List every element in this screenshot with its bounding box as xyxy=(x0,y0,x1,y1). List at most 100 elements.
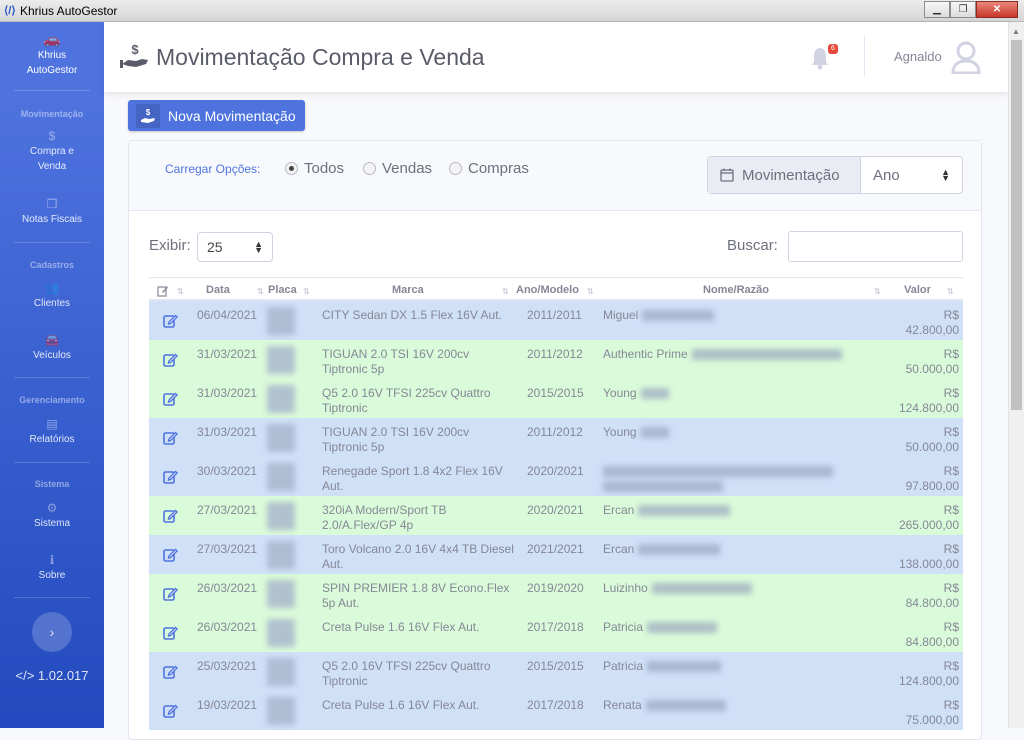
scroll-up-icon[interactable]: ▲ xyxy=(1012,27,1020,36)
edit-icon[interactable] xyxy=(163,352,178,367)
table-row[interactable]: 25/03/2021 Q5 2.0 16V TFSI 225cv Quattro … xyxy=(149,652,963,691)
cell-data: 26/03/2021 xyxy=(197,620,258,634)
sort-icon[interactable]: ⇅ xyxy=(177,287,184,296)
sidebar-divider xyxy=(14,462,90,463)
redacted-text xyxy=(651,583,752,595)
cell-data: 25/03/2021 xyxy=(197,659,258,673)
table-row[interactable]: 30/03/2021 Renegade Sport 1.8 4x2 Flex 16… xyxy=(149,457,963,496)
cell-nome-text: Luizinho xyxy=(603,581,648,595)
table-row[interactable]: 06/04/2021 CITY Sedan DX 1.5 Flex 16V Aut… xyxy=(149,301,963,340)
maximize-button[interactable]: ❐ xyxy=(950,1,976,18)
edit-icon[interactable] xyxy=(163,703,178,718)
sort-icon[interactable]: ⇅ xyxy=(874,287,881,296)
sort-icon[interactable]: ⇅ xyxy=(947,287,954,296)
sort-icon[interactable]: ⇅ xyxy=(257,287,264,296)
th-data[interactable]: Data xyxy=(206,284,230,296)
period-select[interactable]: Ano ▲ ▼ xyxy=(861,157,962,193)
user-name[interactable]: Agnaldo xyxy=(894,49,942,64)
filter-bar: Carregar Opções: Todos Vendas Compras Mo… xyxy=(129,141,981,211)
table-row[interactable]: 31/03/2021 Q5 2.0 16V TFSI 225cv Quattro … xyxy=(149,379,963,418)
topbar-divider xyxy=(864,36,865,76)
th-valor[interactable]: Valor xyxy=(904,284,931,296)
table-header: ⇅ Data ⇅ Placa ⇅ Marca ⇅ Ano/Modelo ⇅ No… xyxy=(149,277,963,301)
sidebar-item-relatorios[interactable]: ▤ Relatórios xyxy=(0,417,104,447)
minimize-button[interactable]: ▁ xyxy=(924,1,950,18)
radio-todos[interactable]: Todos xyxy=(285,160,344,177)
cell-nome-text: Young xyxy=(603,425,637,439)
sidebar-item-sobre[interactable]: ℹ Sobre xyxy=(0,553,104,583)
sidebar-item-notas-fiscais[interactable]: ❐ Notas Fiscais xyxy=(0,197,104,227)
cell-marca: CITY Sedan DX 1.5 Flex 16V Aut. xyxy=(322,308,502,322)
users-icon: 👥 xyxy=(44,281,60,295)
hand-money-icon: $ xyxy=(136,103,160,128)
radio-circle[interactable] xyxy=(449,162,462,175)
radio-vendas[interactable]: Vendas xyxy=(363,160,432,177)
cell-nome: Patricia xyxy=(603,620,863,635)
edit-icon[interactable] xyxy=(163,430,178,445)
table-row[interactable]: 27/03/2021 Toro Volcano 2.0 16V 4x4 TB Di… xyxy=(149,535,963,574)
edit-icon[interactable] xyxy=(163,547,178,562)
table-row[interactable]: 31/03/2021 TIGUAN 2.0 TSI 16V 200cv Tiptr… xyxy=(149,418,963,457)
th-placa[interactable]: Placa xyxy=(268,284,297,296)
sort-icon[interactable]: ⇅ xyxy=(303,287,310,296)
table-row[interactable]: 26/03/2021 SPIN PREMIER 1.8 8V Econo.Flex… xyxy=(149,574,963,613)
search-input[interactable] xyxy=(788,231,963,262)
sidebar-item-clientes[interactable]: 👥 Clientes xyxy=(0,281,104,311)
sidebar: 🚗 Khrius AutoGestor Movimentação $ Compr… xyxy=(0,22,104,728)
user-avatar-icon[interactable] xyxy=(950,40,982,74)
redacted-text xyxy=(640,388,669,400)
car-icon: 🚗 xyxy=(43,31,61,47)
close-button[interactable]: ✕ xyxy=(976,1,1018,18)
info-icon: ℹ xyxy=(49,553,55,567)
sidebar-brand[interactable]: 🚗 Khrius AutoGestor xyxy=(0,32,104,78)
gear-icon: ⚙ xyxy=(46,501,58,515)
edit-icon[interactable] xyxy=(163,391,178,406)
cell-nome-text: Ercan xyxy=(603,503,635,517)
edit-icon[interactable] xyxy=(163,625,178,640)
sort-icon[interactable]: ⇅ xyxy=(502,287,509,296)
cell-ano-modelo: 2017/2018 xyxy=(527,698,584,712)
edit-icon[interactable] xyxy=(163,586,178,601)
table-row[interactable]: 31/03/2021 TIGUAN 2.0 TSI 16V 200cv Tiptr… xyxy=(149,340,963,379)
sidebar-item-label: Notas Fiscais xyxy=(21,214,82,225)
sidebar-item-sistema[interactable]: ⚙ Sistema xyxy=(0,501,104,531)
bell-icon[interactable] xyxy=(810,46,830,70)
radio-compras[interactable]: Compras xyxy=(449,160,529,177)
cell-data: 31/03/2021 xyxy=(197,425,258,439)
section-gerenciamento: Gerenciamento xyxy=(19,395,85,405)
sidebar-item-label: Compra e Venda xyxy=(30,146,74,172)
redacted-text xyxy=(638,505,731,517)
cell-data: 31/03/2021 xyxy=(197,347,258,361)
new-movement-button[interactable]: $ Nova Movimentação xyxy=(128,100,305,131)
edit-icon[interactable] xyxy=(163,313,178,328)
window-title: Khrius AutoGestor xyxy=(20,4,118,18)
th-nome[interactable]: Nome/Razão xyxy=(703,284,769,296)
scrollbar-thumb[interactable] xyxy=(1011,40,1022,410)
edit-icon[interactable] xyxy=(163,469,178,484)
th-marca[interactable]: Marca xyxy=(392,284,424,296)
cell-nome-text: Young xyxy=(603,386,637,400)
edit-icon[interactable] xyxy=(163,664,178,679)
edit-icon[interactable] xyxy=(163,508,178,523)
cell-nome-text: Miguel xyxy=(603,308,639,322)
table-row[interactable]: 27/03/2021 320iA Modern/Sport TB 2.0/A.Fl… xyxy=(149,496,963,535)
sidebar-item-compra-venda[interactable]: $ Compra e Venda xyxy=(0,129,104,174)
sort-icon[interactable]: ⇅ xyxy=(587,287,594,296)
th-ano[interactable]: Ano/Modelo xyxy=(516,284,579,296)
sidebar-item-veiculos[interactable]: 🚘 Veículos xyxy=(0,333,104,363)
cell-data: 31/03/2021 xyxy=(197,386,258,400)
table-row[interactable]: 26/03/2021 Creta Pulse 1.6 16V Flex Aut. 2… xyxy=(149,613,963,652)
radio-circle[interactable] xyxy=(285,162,298,175)
cell-ano-modelo: 2017/2018 xyxy=(527,620,584,634)
radio-label: Compras xyxy=(468,160,529,177)
calendar-icon xyxy=(720,168,734,182)
show-entries-select[interactable]: 25 ▲ ▼ xyxy=(197,232,273,262)
table-row[interactable]: 19/03/2021 Creta Pulse 1.6 16V Flex Aut. 2… xyxy=(149,691,963,730)
radio-circle[interactable] xyxy=(363,162,376,175)
sidebar-divider xyxy=(14,90,90,91)
edit-icon xyxy=(157,286,168,297)
file-icon: ▤ xyxy=(46,417,58,431)
cell-valor: R$ 75.000,00 xyxy=(905,698,959,727)
sidebar-toggle-button[interactable]: › xyxy=(32,612,72,652)
page-scrollbar[interactable]: ▲ xyxy=(1008,22,1024,728)
